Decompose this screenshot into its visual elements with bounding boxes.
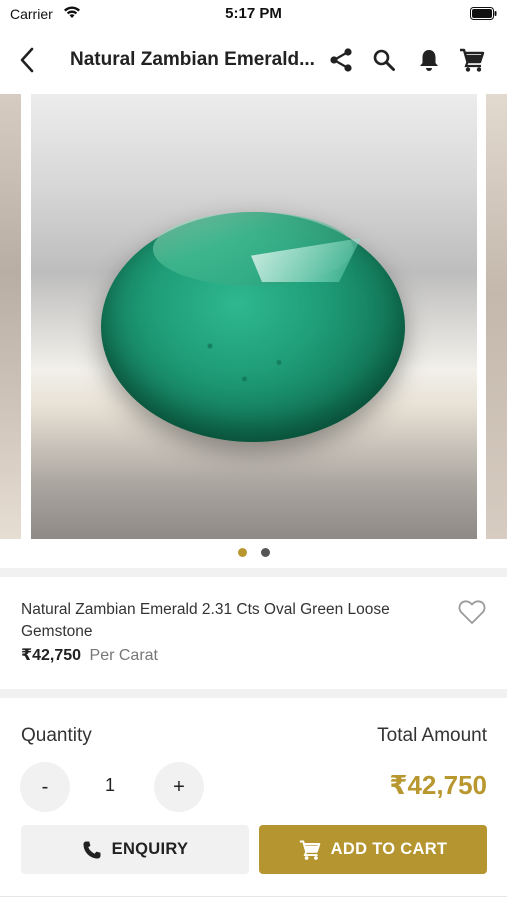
notifications-button[interactable] [415,46,443,74]
total-amount-value: ₹42,750 [389,770,487,800]
next-slide-peek [486,94,507,539]
previous-slide-peek [0,94,21,539]
bell-icon [420,50,438,71]
share-button[interactable] [327,46,355,74]
enquiry-label: ENQUIRY [111,840,189,858]
quantity-value: 1 [104,775,115,795]
product-image [31,94,477,539]
back-button[interactable] [12,44,42,76]
cart-icon [299,840,320,860]
status-bar: Carrier 5:17 PM [0,0,507,28]
quantity-decrement-button[interactable]: - [20,762,70,812]
search-icon [373,49,395,71]
section-divider [0,568,507,577]
back-icon [20,47,34,73]
battery-icon [470,7,497,20]
price-row: ₹42,750 Per Carat [21,645,158,665]
share-icon [330,48,352,72]
nav-bar: Natural Zambian Emerald... [0,28,507,92]
carousel-dot-1[interactable] [237,548,247,557]
phone-icon [83,841,101,858]
price-unit: Per Carat [89,647,158,664]
product-title: Natural Zambian Emerald 2.31 Cts Oval Gr… [21,601,390,640]
product-image-carousel[interactable] [0,94,507,539]
search-button[interactable] [370,46,398,74]
quantity-increment-button[interactable]: + [154,762,204,812]
add-to-cart-label: ADD TO CART [330,840,448,858]
enquiry-button[interactable]: ENQUIRY [21,825,249,874]
carousel-dot-2[interactable] [260,548,270,557]
total-amount-label: Total Amount [377,725,487,746]
wishlist-button[interactable] [458,599,488,627]
price-value: ₹42,750 [21,647,82,664]
carousel-pagination [0,548,507,560]
bottom-divider [0,896,507,897]
cart-nav-button[interactable] [458,46,486,74]
add-to-cart-button[interactable]: ADD TO CART [259,825,487,874]
section-divider [0,689,507,698]
cart-icon [460,48,485,72]
status-time: 5:17 PM [225,5,282,22]
heart-icon [458,600,486,624]
emerald-gemstone-image [101,212,405,442]
quantity-label: Quantity [21,725,92,746]
page-title: Natural Zambian Emerald... [70,49,315,70]
